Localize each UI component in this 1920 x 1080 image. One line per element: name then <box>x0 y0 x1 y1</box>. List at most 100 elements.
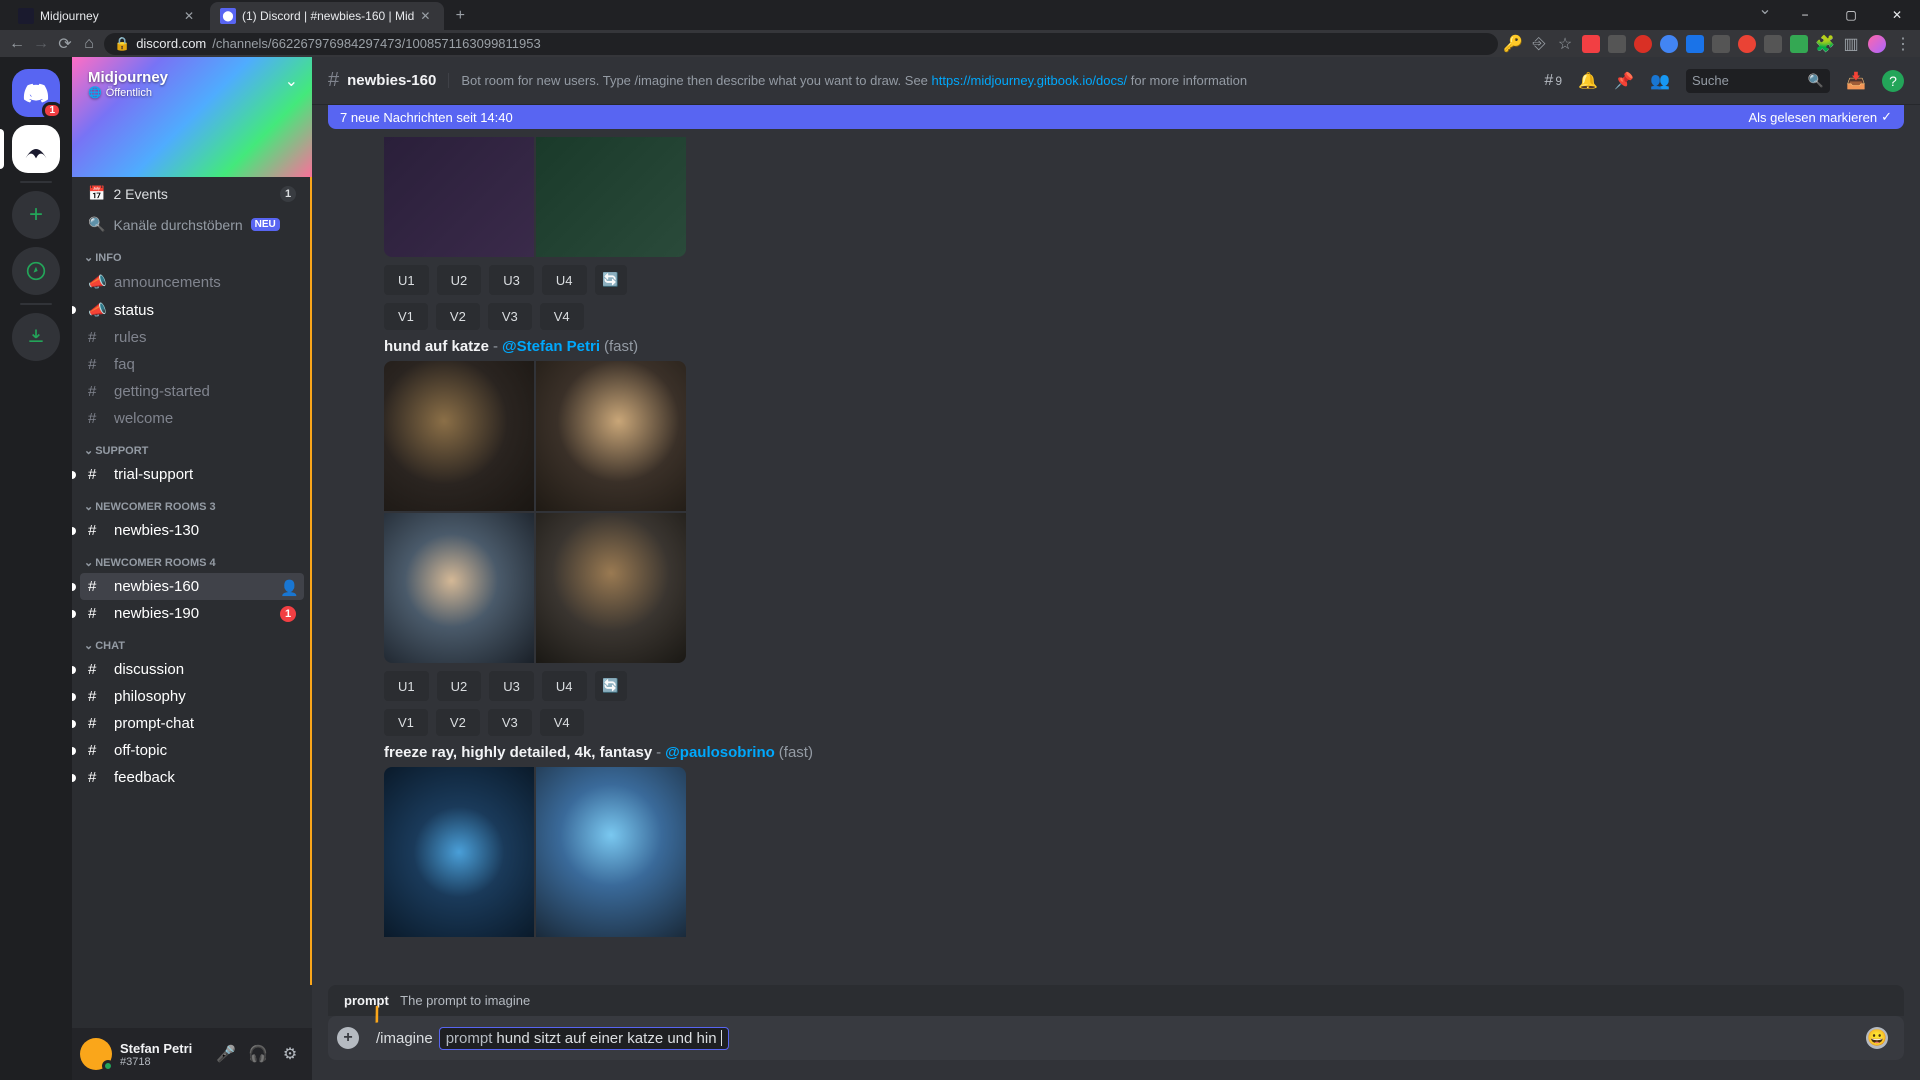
image-grid[interactable] <box>384 137 686 257</box>
generated-image[interactable] <box>536 361 686 511</box>
url-input[interactable]: 🔒 discord.com/channels/66226797698429747… <box>104 33 1498 55</box>
generated-image[interactable] <box>536 513 686 663</box>
browse-channels[interactable]: 🔍 Kanäle durchstöbern NEU <box>80 210 304 239</box>
channel-announcements[interactable]: 📣announcements <box>80 268 304 296</box>
mute-button[interactable]: 🎤 <box>212 1040 240 1068</box>
extension-icon[interactable] <box>1738 35 1756 53</box>
home-button[interactable]: ⌂ <box>80 35 98 53</box>
u3-button[interactable]: U3 <box>489 265 534 295</box>
generated-image[interactable] <box>384 137 534 257</box>
u1-button[interactable]: U1 <box>384 671 429 701</box>
channel-feedback[interactable]: #feedback <box>80 764 304 791</box>
u4-button[interactable]: U4 <box>542 671 587 701</box>
sidepanel-icon[interactable]: ▥ <box>1842 35 1860 53</box>
u2-button[interactable]: U2 <box>437 265 482 295</box>
minimize-button[interactable]: − <box>1782 0 1828 30</box>
channel-welcome[interactable]: #welcome <box>80 405 304 432</box>
generated-image[interactable] <box>384 361 534 511</box>
explore-button[interactable] <box>12 247 60 295</box>
topic-link[interactable]: https://midjourney.gitbook.io/docs/ <box>932 73 1128 88</box>
category-header[interactable]: ⌄ CHAT <box>80 627 304 656</box>
translate-icon[interactable]: ⎆ <box>1530 35 1548 53</box>
category-header[interactable]: ⌄ NEWCOMER ROOMS 3 <box>80 488 304 517</box>
channel-rules[interactable]: #rules <box>80 324 304 351</box>
events-row[interactable]: 📅2 Events 1 <box>80 177 304 210</box>
extension-icon[interactable] <box>1790 35 1808 53</box>
menu-icon[interactable]: ⋮ <box>1894 35 1912 53</box>
channel-philosophy[interactable]: #philosophy <box>80 683 304 710</box>
deafen-button[interactable]: 🎧 <box>244 1040 272 1068</box>
close-button[interactable]: ✕ <box>1874 0 1920 30</box>
threads-icon[interactable]: # 9 <box>1544 72 1562 90</box>
channel-discussion[interactable]: #discussion <box>80 656 304 683</box>
user-info[interactable]: Stefan Petri #3718 <box>120 1041 204 1068</box>
extension-icon[interactable] <box>1608 35 1626 53</box>
generated-image[interactable] <box>536 137 686 257</box>
image-grid[interactable] <box>384 767 686 937</box>
profile-avatar[interactable] <box>1868 35 1886 53</box>
v1-button[interactable]: V1 <box>384 303 428 330</box>
generated-image[interactable] <box>384 513 534 663</box>
v4-button[interactable]: V4 <box>540 303 584 330</box>
category-header[interactable]: ⌄ NEWCOMER ROOMS 4 <box>80 544 304 573</box>
message-mention[interactable]: @paulosobrino <box>665 744 775 761</box>
back-button[interactable]: ← <box>8 35 26 53</box>
chevron-down-icon[interactable]: ⌄ <box>285 71 298 91</box>
browser-tab-0[interactable]: Midjourney ✕ <box>8 2 208 30</box>
message-list[interactable]: U1 U2 U3 U4 🔄 V1 V2 V3 V4 hund auf katze <box>310 129 1920 985</box>
channel-newbies-190[interactable]: #newbies-1901 <box>80 600 304 627</box>
message-input[interactable]: / /imagine prompt hund sitzt auf einer k… <box>368 1016 1904 1060</box>
extension-icon[interactable] <box>1764 35 1782 53</box>
extension-icon[interactable] <box>1660 35 1678 53</box>
extension-icon[interactable] <box>1634 35 1652 53</box>
reroll-button[interactable]: 🔄 <box>595 265 627 295</box>
channel-list[interactable]: 📅2 Events 1 🔍 Kanäle durchstöbern NEU ⌄ … <box>72 177 312 1028</box>
u3-button[interactable]: U3 <box>489 671 534 701</box>
channel-prompt-chat[interactable]: #prompt-chat <box>80 710 304 737</box>
browser-tab-1[interactable]: ⬤ (1) Discord | #newbies-160 | Mid ✕ <box>210 2 444 30</box>
category-header[interactable]: ⌄ INFO <box>80 239 304 268</box>
reroll-button[interactable]: 🔄 <box>595 671 627 701</box>
channel-faq[interactable]: #faq <box>80 351 304 378</box>
server-midjourney[interactable] <box>12 125 60 173</box>
help-icon[interactable]: ? <box>1882 70 1904 92</box>
channel-off-topic[interactable]: #off-topic <box>80 737 304 764</box>
settings-button[interactable]: ⚙ <box>276 1040 304 1068</box>
download-button[interactable] <box>12 313 60 361</box>
new-messages-bar[interactable]: 7 neue Nachrichten seit 14:40 Als gelese… <box>328 105 1904 129</box>
u1-button[interactable]: U1 <box>384 265 429 295</box>
close-icon[interactable]: ✕ <box>184 9 198 23</box>
category-header[interactable]: ⌄ SUPPORT <box>80 432 304 461</box>
pins-icon[interactable]: 📌 <box>1614 71 1634 91</box>
channel-status[interactable]: 📣status <box>80 296 304 324</box>
generated-image[interactable] <box>384 767 534 937</box>
extension-icon[interactable] <box>1582 35 1600 53</box>
members-icon[interactable]: 👥 <box>1650 71 1670 91</box>
attach-button[interactable]: + <box>328 1016 368 1060</box>
emoji-button[interactable]: 😀 <box>1866 1027 1888 1049</box>
v3-button[interactable]: V3 <box>488 303 532 330</box>
dm-button[interactable]: 1 <box>12 69 60 117</box>
channel-newbies-160[interactable]: #newbies-160👤 <box>80 573 304 600</box>
channel-newbies-130[interactable]: #newbies-130 <box>80 517 304 544</box>
server-header[interactable]: Midjourney 🌐 Öffentlich ⌄ <box>72 57 312 177</box>
search-input[interactable]: Suche🔍 <box>1686 69 1830 93</box>
generated-image[interactable] <box>536 767 686 937</box>
u4-button[interactable]: U4 <box>542 265 587 295</box>
close-icon[interactable]: ✕ <box>420 9 434 23</box>
inbox-icon[interactable]: 📥 <box>1846 71 1866 91</box>
reload-button[interactable]: ⟳ <box>56 35 74 53</box>
channel-getting-started[interactable]: #getting-started <box>80 378 304 405</box>
extensions-button[interactable]: 🧩 <box>1816 35 1834 53</box>
maximize-button[interactable]: ▢ <box>1828 0 1874 30</box>
channel-topic[interactable]: Bot room for new users. Type /imagine th… <box>448 73 1536 88</box>
key-icon[interactable]: 🔑 <box>1504 35 1522 53</box>
add-server-button[interactable]: + <box>12 191 60 239</box>
image-grid[interactable] <box>384 361 686 663</box>
forward-button[interactable]: → <box>32 35 50 53</box>
message-mention[interactable]: @Stefan Petri <box>502 338 600 355</box>
v1-button[interactable]: V1 <box>384 709 428 736</box>
star-icon[interactable]: ☆ <box>1556 35 1574 53</box>
chevron-down-icon[interactable]: ⌄ <box>1756 0 1774 18</box>
v2-button[interactable]: V2 <box>436 709 480 736</box>
